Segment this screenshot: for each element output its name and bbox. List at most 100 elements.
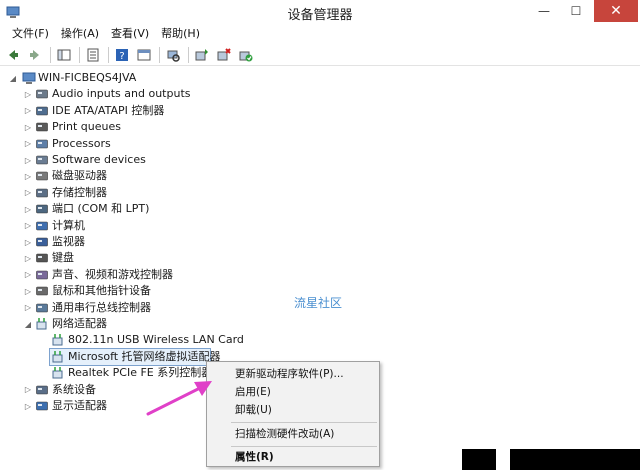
expand-arrow-icon[interactable]: ▷ <box>23 103 33 119</box>
update-driver-icon <box>195 48 208 60</box>
view-toolbar-button[interactable] <box>135 46 153 64</box>
tree-item-processors[interactable]: ▷ Processors <box>0 136 640 152</box>
uninstall-device-button[interactable] <box>215 46 233 64</box>
storage-controllers-icon <box>36 188 48 198</box>
tree-item-label: 存储控制器 <box>52 185 107 199</box>
usb-controllers-icon <box>36 303 48 312</box>
tree-item-network-adapters[interactable]: ◢ 网络适配器 <box>0 316 640 332</box>
expand-arrow-icon[interactable]: ▷ <box>23 152 33 168</box>
expand-arrow-icon[interactable]: ▷ <box>23 250 33 266</box>
expand-arrow-icon[interactable]: ▷ <box>23 300 33 316</box>
collapse-arrow-icon[interactable]: ◢ <box>23 316 33 332</box>
expand-arrow-icon[interactable]: ▷ <box>23 234 33 250</box>
tree-item-monitors[interactable]: ▷ 监视器 <box>0 234 640 250</box>
device-manager-window: 设备管理器 — ☐ ✕ 文件(F) 操作(A) 查看(V) 帮助(H) ? ◢ … <box>0 0 640 470</box>
tree-item-label: 监视器 <box>52 235 85 248</box>
tree-item-disk-drives[interactable]: ▷ 磁盘驱动器 <box>0 168 640 184</box>
tree-view-icon <box>57 49 71 60</box>
tree-item-label: Processors <box>52 136 111 150</box>
toolbar-separator <box>50 46 51 63</box>
keyboards-icon <box>36 254 48 263</box>
mice-icon <box>36 286 48 296</box>
tree-root[interactable]: ◢ WIN-FICBEQS4JVA <box>0 70 640 86</box>
network-card-icon <box>52 334 63 346</box>
tree-item-sound-video[interactable]: ▷ 声音、视频和游戏控制器 <box>0 267 640 283</box>
expand-arrow-icon[interactable]: ▷ <box>23 185 33 201</box>
annotation-arrow-icon <box>146 381 212 416</box>
properties-toolbar-button[interactable] <box>84 46 102 64</box>
back-arrow-icon <box>9 49 18 60</box>
close-button[interactable]: ✕ <box>594 0 638 22</box>
computer-icon <box>36 221 48 230</box>
tree-item-print-queues[interactable]: ▷ Print queues <box>0 119 640 135</box>
expand-arrow-icon[interactable]: ▷ <box>23 398 33 414</box>
expand-arrow-icon[interactable]: ▷ <box>23 283 33 299</box>
show-hide-tree-button[interactable] <box>55 46 73 64</box>
tree-item-label: Microsoft 托管网络虚拟适配器 <box>68 349 221 363</box>
tree-item-software-devices[interactable]: ▷ Software devices <box>0 152 640 168</box>
ide-icon <box>36 106 48 116</box>
tree-item-label: Software devices <box>52 153 146 166</box>
tree-item-storage-controllers[interactable]: ▷ 存储控制器 <box>0 185 640 201</box>
disk-drives-icon <box>36 172 48 181</box>
title-bar: 设备管理器 — ☐ ✕ <box>0 0 640 24</box>
collapse-arrow-icon[interactable]: ◢ <box>8 70 18 86</box>
expand-arrow-icon[interactable]: ▷ <box>23 218 33 234</box>
tree-item-label: 通用串行总线控制器 <box>52 300 151 314</box>
tree-item-ide[interactable]: ▷ IDE ATA/ATAPI 控制器 <box>0 103 640 119</box>
window-view-icon <box>137 49 151 60</box>
tree-item-wireless-lan-card[interactable]: 802.11n USB Wireless LAN Card <box>0 332 640 348</box>
tree-item-ports[interactable]: ▷ 端口 (COM 和 LPT) <box>0 201 640 217</box>
ctx-uninstall[interactable]: 卸载(U) <box>207 401 379 419</box>
print-queues-icon <box>36 122 48 132</box>
expand-arrow-icon[interactable]: ▷ <box>23 86 33 102</box>
expand-arrow-icon[interactable]: ▷ <box>23 267 33 283</box>
menu-help[interactable]: 帮助(H) <box>155 25 206 43</box>
expand-arrow-icon[interactable]: ▷ <box>23 168 33 184</box>
tree-item-label: 802.11n USB Wireless LAN Card <box>68 333 244 347</box>
back-button[interactable] <box>4 46 22 64</box>
processors-icon <box>36 139 48 148</box>
ctx-enable[interactable]: 启用(E) <box>207 383 379 401</box>
tree-item-audio[interactable]: ▷ Audio inputs and outputs <box>0 86 640 102</box>
toolbar-separator <box>79 46 80 63</box>
expand-arrow-icon[interactable]: ▷ <box>23 119 33 135</box>
toolbar: ? <box>0 44 640 66</box>
menu-action[interactable]: 操作(A) <box>55 25 105 43</box>
network-card-icon <box>52 367 63 379</box>
ports-icon <box>36 204 48 214</box>
context-menu: 更新驱动程序软件(P)... 启用(E) 卸载(U) 扫描检测硬件改动(A) 属… <box>206 361 380 467</box>
help-toolbar-button[interactable]: ? <box>113 46 131 64</box>
redaction-block <box>462 449 496 470</box>
maximize-button[interactable]: ☐ <box>562 0 590 22</box>
enable-device-button[interactable] <box>237 46 255 64</box>
tree-item-keyboards[interactable]: ▷ 键盘 <box>0 250 640 266</box>
tree-item-label: IDE ATA/ATAPI 控制器 <box>52 103 165 117</box>
tree-item-label: 网络适配器 <box>52 317 107 330</box>
scan-hardware-button[interactable] <box>164 46 182 64</box>
watermark-text: 流星社区 <box>294 296 343 310</box>
menu-bar: 文件(F) 操作(A) 查看(V) 帮助(H) <box>0 24 640 44</box>
help-icon: ? <box>116 48 128 62</box>
tree-item-computer[interactable]: ▷ 计算机 <box>0 218 640 234</box>
expand-arrow-icon[interactable]: ▷ <box>23 136 33 152</box>
ctx-properties[interactable]: 属性(R) <box>207 448 379 466</box>
menu-file[interactable]: 文件(F) <box>6 25 55 43</box>
tree-item-label: WIN-FICBEQS4JVA <box>38 71 137 84</box>
ctx-scan-hardware[interactable]: 扫描检测硬件改动(A) <box>207 425 379 443</box>
minimize-button[interactable]: — <box>530 0 558 22</box>
monitors-icon <box>36 237 48 247</box>
update-driver-button[interactable] <box>193 46 211 64</box>
tree-item-label: 鼠标和其他指针设备 <box>52 284 151 298</box>
ctx-update-driver[interactable]: 更新驱动程序软件(P)... <box>207 365 379 383</box>
sound-video-icon <box>36 270 48 280</box>
expand-arrow-icon[interactable]: ▷ <box>23 382 33 398</box>
forward-button[interactable] <box>26 46 44 64</box>
expand-arrow-icon[interactable]: ▷ <box>23 201 33 217</box>
tree-item-label: 端口 (COM 和 LPT) <box>52 202 150 216</box>
toolbar-separator <box>188 46 189 63</box>
properties-icon <box>87 48 99 61</box>
system-devices-icon <box>36 385 48 394</box>
menu-view[interactable]: 查看(V) <box>105 25 155 43</box>
network-adapters-icon <box>36 318 47 330</box>
